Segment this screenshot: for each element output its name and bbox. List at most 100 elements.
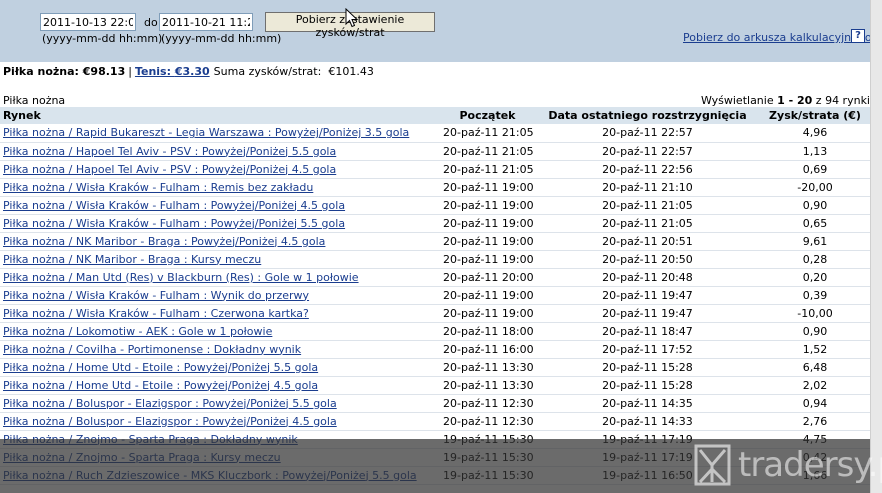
date-to-label: do: [144, 16, 158, 29]
market-link[interactable]: Piłka nożna / Hapoel Tel Aviv - PSV : Po…: [3, 145, 336, 158]
settled-time-cell: 20-paź-11 22:57: [535, 124, 760, 143]
settled-time-cell: 20-paź-11 14:33: [535, 412, 760, 431]
table-row: Piłka nożna / NK Maribor - Braga : Kursy…: [0, 250, 870, 269]
col-header-profit-loss: Zysk/strata (€): [760, 107, 870, 124]
table-row: Piłka nożna / Lokomotiw - AEK : Gole w 1…: [0, 322, 870, 341]
profit-loss-cell: 9,61: [760, 232, 870, 251]
settled-time-cell: 20-paź-11 15:28: [535, 376, 760, 395]
market-link[interactable]: Piłka nożna / NK Maribor - Braga : Kursy…: [3, 253, 261, 266]
vertical-scrollbar[interactable]: [870, 0, 882, 493]
market-cell: Piłka nożna / Boluspor - Elazigspor : Po…: [0, 412, 440, 431]
section-title: Piłka nożna: [3, 94, 66, 107]
market-link[interactable]: Piłka nożna / Home Utd - Etoile : Powyże…: [3, 361, 318, 374]
export-spreadsheet-link[interactable]: Pobierz do arkusza kalkulacyjnego: [683, 31, 872, 44]
market-link[interactable]: Piłka nożna / Rapid Bukareszt - Legia Wa…: [3, 126, 409, 139]
start-time-cell: 20-paź-11 19:00: [440, 286, 535, 305]
start-time-cell: 20-paź-11 13:30: [440, 376, 535, 395]
settled-time-cell: 20-paź-11 20:48: [535, 268, 760, 287]
start-time-cell: 20-paź-11 12:30: [440, 412, 535, 431]
market-cell: Piłka nożna / Hapoel Tel Aviv - PSV : Po…: [0, 160, 440, 179]
mouse-cursor-icon: [345, 8, 359, 28]
profit-loss-cell: 0,39: [760, 286, 870, 305]
start-time-cell: 20-paź-11 21:05: [440, 160, 535, 179]
date-to-format-hint: (yyyy-mm-dd hh:mm): [161, 32, 282, 45]
date-from-input[interactable]: [40, 13, 136, 31]
market-link[interactable]: Piłka nożna / Man Utd (Res) v Blackburn …: [3, 271, 359, 284]
market-link[interactable]: Piłka nożna / Boluspor - Elazigspor : Po…: [3, 415, 337, 428]
table-row: Piłka nożna / Wisła Kraków - Fulham : Cz…: [0, 304, 870, 323]
help-icon[interactable]: ?: [851, 29, 865, 43]
profit-loss-cell: 4,96: [760, 124, 870, 143]
market-cell: Piłka nożna / Rapid Bukareszt - Legia Wa…: [0, 124, 440, 143]
col-header-market: Rynek: [0, 107, 440, 124]
table-row: Piłka nożna / Wisła Kraków - Fulham : Po…: [0, 196, 870, 215]
profit-loss-cell: 0,28: [760, 250, 870, 269]
settled-time-cell: 20-paź-11 17:52: [535, 340, 760, 359]
settled-time-cell: 20-paź-11 19:47: [535, 286, 760, 305]
profit-loss-cell: 1,52: [760, 340, 870, 359]
start-time-cell: 20-paź-11 18:00: [440, 322, 535, 341]
table-row: Piłka nożna / Hapoel Tel Aviv - PSV : Po…: [0, 142, 870, 161]
market-link[interactable]: Piłka nożna / Boluspor - Elazigspor : Po…: [3, 397, 337, 410]
market-link[interactable]: Piłka nożna / Home Utd - Etoile : Powyże…: [3, 379, 318, 392]
profit-loss-cell: 0,90: [760, 322, 870, 341]
profit-loss-cell: 0,94: [760, 394, 870, 413]
profit-loss-cell: 1,13: [760, 142, 870, 161]
market-link[interactable]: Piłka nożna / Covilha - Portimonense : D…: [3, 343, 301, 356]
start-time-cell: 20-paź-11 19:00: [440, 304, 535, 323]
date-from-format-hint: (yyyy-mm-dd hh:mm): [42, 32, 163, 45]
table-row: Piłka nożna / Covilha - Portimonense : D…: [0, 340, 870, 359]
market-cell: Piłka nożna / Man Utd (Res) v Blackburn …: [0, 268, 440, 287]
settled-time-cell: 20-paź-11 21:05: [535, 214, 760, 233]
table-row: Piłka nożna / Wisła Kraków - Fulham : Wy…: [0, 286, 870, 305]
start-time-cell: 20-paź-11 21:05: [440, 142, 535, 161]
profit-loss-cell: 6,48: [760, 358, 870, 377]
start-time-cell: 20-paź-11 19:00: [440, 250, 535, 269]
watermark-logo-icon: [694, 444, 731, 486]
market-link[interactable]: Piłka nożna / Lokomotiw - AEK : Gole w 1…: [3, 325, 272, 338]
settled-time-cell: 20-paź-11 20:51: [535, 232, 760, 251]
market-link[interactable]: Piłka nożna / Wisła Kraków - Fulham : Po…: [3, 199, 345, 212]
settled-time-cell: 20-paź-11 19:47: [535, 304, 760, 323]
market-cell: Piłka nożna / Home Utd - Etoile : Powyże…: [0, 376, 440, 395]
market-link[interactable]: Piłka nożna / NK Maribor - Braga : Powyż…: [3, 235, 325, 248]
market-link[interactable]: Piłka nożna / Wisła Kraków - Fulham : Wy…: [3, 289, 309, 302]
start-time-cell: 20-paź-11 19:00: [440, 196, 535, 215]
profit-loss-cell: 0,90: [760, 196, 870, 215]
date-to-input[interactable]: [159, 13, 253, 31]
market-cell: Piłka nożna / Wisła Kraków - Fulham : Re…: [0, 178, 440, 197]
start-time-cell: 20-paź-11 12:30: [440, 394, 535, 413]
grand-total: Suma zysków/strat: €101.43: [213, 65, 374, 78]
settled-time-cell: 20-paź-11 15:28: [535, 358, 760, 377]
market-link[interactable]: Piłka nożna / Wisła Kraków - Fulham : Po…: [3, 217, 345, 230]
profit-loss-cell: 2,02: [760, 376, 870, 395]
start-time-cell: 20-paź-11 20:00: [440, 268, 535, 287]
market-cell: Piłka nożna / NK Maribor - Braga : Powyż…: [0, 232, 440, 251]
settled-time-cell: 20-paź-11 21:10: [535, 178, 760, 197]
profit-loss-cell: -10,00: [760, 304, 870, 323]
market-cell: Piłka nożna / Wisła Kraków - Fulham : Cz…: [0, 304, 440, 323]
table-row: Piłka nożna / Rapid Bukareszt - Legia Wa…: [0, 124, 870, 143]
tennis-total-link[interactable]: Tenis: €3.30: [135, 65, 210, 78]
market-cell: Piłka nożna / Wisła Kraków - Fulham : Po…: [0, 196, 440, 215]
start-time-cell: 20-paź-11 16:00: [440, 340, 535, 359]
market-cell: Piłka nożna / Covilha - Portimonense : D…: [0, 340, 440, 359]
market-link[interactable]: Piłka nożna / Hapoel Tel Aviv - PSV : Po…: [3, 163, 336, 176]
market-link[interactable]: Piłka nożna / Wisła Kraków - Fulham : Cz…: [3, 307, 309, 320]
settled-time-cell: 20-paź-11 21:05: [535, 196, 760, 215]
start-time-cell: 20-paź-11 19:00: [440, 232, 535, 251]
profit-loss-cell: 0,65: [760, 214, 870, 233]
market-cell: Piłka nożna / Hapoel Tel Aviv - PSV : Po…: [0, 142, 440, 161]
table-row: Piłka nożna / Boluspor - Elazigspor : Po…: [0, 412, 870, 431]
profit-loss-cell: 0,20: [760, 268, 870, 287]
settled-time-cell: 20-paź-11 14:35: [535, 394, 760, 413]
market-cell: Piłka nożna / Lokomotiw - AEK : Gole w 1…: [0, 322, 440, 341]
start-time-cell: 20-paź-11 19:00: [440, 214, 535, 233]
table-row: Piłka nożna / Home Utd - Etoile : Powyże…: [0, 358, 870, 377]
watermark-text: tradersy.pl: [738, 445, 882, 485]
market-cell: Piłka nożna / NK Maribor - Braga : Kursy…: [0, 250, 440, 269]
table-row: Piłka nożna / Wisła Kraków - Fulham : Po…: [0, 214, 870, 233]
market-link[interactable]: Piłka nożna / Wisła Kraków - Fulham : Re…: [3, 181, 313, 194]
start-time-cell: 20-paź-11 19:00: [440, 178, 535, 197]
table-row: Piłka nożna / Boluspor - Elazigspor : Po…: [0, 394, 870, 413]
